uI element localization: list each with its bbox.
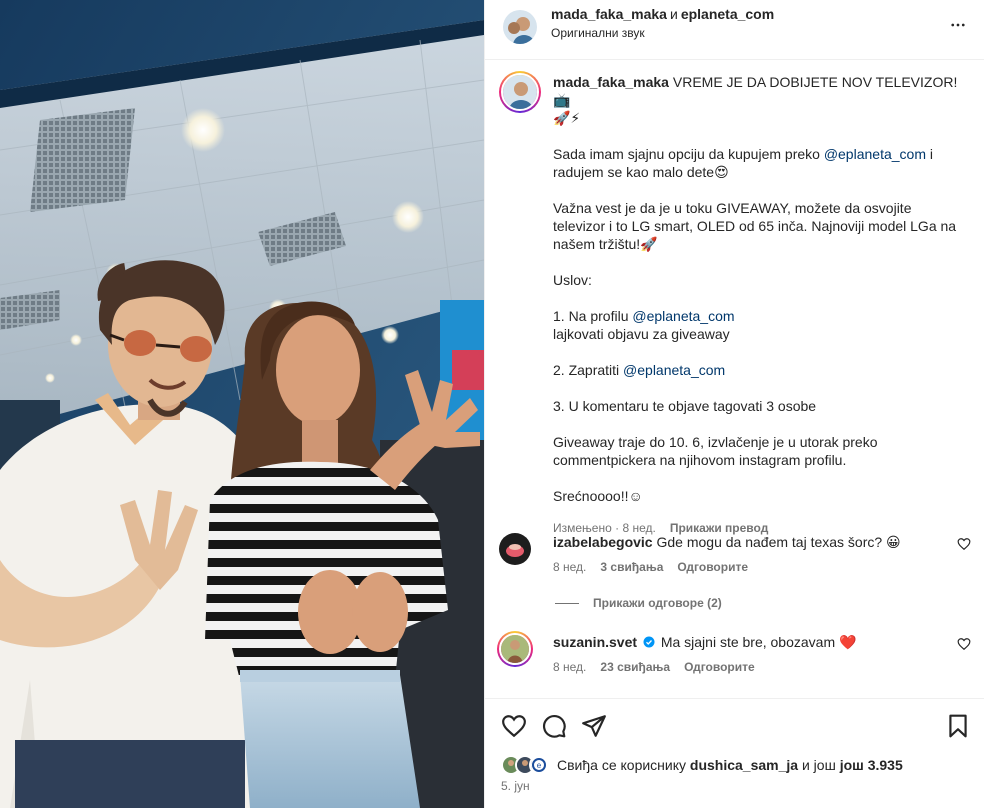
post-authors: mada_faka_maka и eplaneta_com — [551, 6, 774, 22]
comment-username[interactable]: izabelabegovic — [553, 534, 653, 550]
post-media[interactable] — [0, 0, 484, 808]
caption-avatar[interactable] — [499, 71, 541, 113]
reply-button[interactable]: Одговорите — [677, 560, 748, 574]
mention-link[interactable]: @eplaneta_com — [824, 146, 926, 162]
comment-username[interactable]: suzanin.svet — [553, 634, 637, 650]
svg-text:e: e — [537, 761, 542, 770]
author-avatar[interactable] — [503, 10, 537, 44]
comment-icon[interactable] — [541, 713, 567, 739]
view-replies-label: Прикажи одговоре (2) — [593, 596, 722, 610]
bookmark-icon[interactable] — [945, 713, 971, 739]
more-horizontal-icon — [951, 23, 965, 27]
comment-likes[interactable]: 23 свиђања — [600, 660, 670, 674]
comments-scroll-area[interactable]: mada_faka_maka VREME JE DA DOBIJETE NOV … — [485, 61, 984, 697]
post-header: mada_faka_maka и eplaneta_com Оригинални з… — [485, 0, 984, 60]
caption-text: mada_faka_maka VREME JE DA DOBIJETE NOV … — [553, 73, 963, 537]
authors-conjunction: и — [669, 6, 678, 22]
caption-p8: Srećnoooo!!☺ — [553, 488, 643, 504]
post-actions: e Свиђа се кориснику dushica_sam_ja и јо… — [485, 698, 984, 808]
comment-text: Gde mogu da nađem taj texas šorc? 😀 — [656, 534, 901, 550]
author-2[interactable]: eplaneta_com — [681, 6, 774, 22]
likes-mid: и још — [798, 757, 840, 773]
heart-icon[interactable] — [957, 637, 971, 651]
audio-label[interactable]: Оригинални звук — [551, 26, 645, 40]
mention-link[interactable]: @eplaneta_com — [632, 308, 734, 324]
author-1[interactable]: mada_faka_maka — [551, 6, 667, 22]
caption-p2: Važna vest je da je u toku GIVEAWAY, mož… — [553, 200, 957, 252]
replies-divider — [555, 602, 579, 604]
caption-p3: Uslov: — [553, 272, 592, 288]
caption-title-emoji: 🚀⚡ — [553, 110, 581, 126]
view-replies-button[interactable]: Прикажи одговоре (2) — [555, 596, 722, 610]
caption-p5-text: 2. Zapratiti — [553, 362, 624, 378]
commenter-avatar[interactable] — [499, 533, 531, 565]
heart-icon[interactable] — [957, 537, 971, 551]
commenter-avatar[interactable] — [497, 631, 533, 667]
comment-text: Ma sjajni ste bre, obozavam ❤️ — [660, 634, 857, 650]
caption-username[interactable]: mada_faka_maka — [553, 74, 669, 90]
heart-icon[interactable] — [501, 713, 527, 739]
likes-summary[interactable]: e Свиђа се кориснику dushica_sam_ja и јо… — [501, 755, 903, 775]
comment-age: 8 нед. — [553, 660, 587, 674]
mention-link[interactable]: @eplaneta_com — [623, 362, 725, 378]
share-icon[interactable] — [581, 713, 607, 739]
comment-age: 8 нед. — [553, 560, 587, 574]
verified-badge-icon — [643, 636, 655, 648]
caption-p4-text: 1. Na profilu — [553, 308, 633, 324]
more-options-button[interactable] — [945, 12, 971, 38]
caption-p6: 3. U komentaru te objave tagovati 3 osob… — [553, 398, 817, 414]
caption-p4-text-end: lajkovati objavu za giveaway — [553, 326, 730, 342]
post-panel: mada_faka_maka и eplaneta_com Оригинални з… — [484, 0, 984, 808]
caption-p7: Giveaway traje do 10. 6, izvlačenje je u… — [553, 434, 878, 468]
liker-avatar: e — [529, 755, 549, 775]
likes-count[interactable]: још 3.935 — [840, 757, 903, 773]
reply-button[interactable]: Одговорите — [684, 660, 755, 674]
post-photo — [0, 0, 484, 808]
likes-prefix: Свиђа се кориснику — [557, 757, 690, 773]
post-date[interactable]: 5. јун — [501, 779, 530, 793]
likes-user[interactable]: dushica_sam_ja — [690, 757, 798, 773]
caption-p1-text: Sada imam sjajnu opciju da kupujem preko — [553, 146, 824, 162]
comment-likes[interactable]: 3 свиђања — [600, 560, 663, 574]
